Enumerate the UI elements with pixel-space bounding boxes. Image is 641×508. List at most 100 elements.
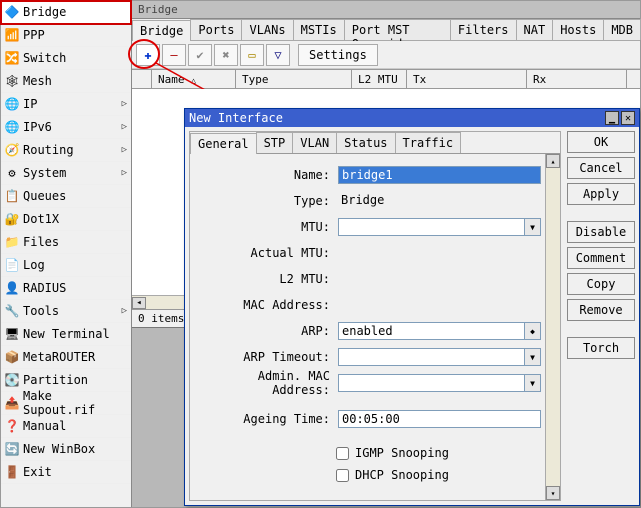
enable-button[interactable]: ✔: [188, 44, 212, 66]
sidebar-icon: 🕸: [5, 74, 19, 88]
disable-button[interactable]: ✖: [214, 44, 238, 66]
sidebar-item-queues[interactable]: 📋Queues: [1, 185, 131, 208]
add-button[interactable]: ✚: [136, 44, 160, 66]
dialog-v-scrollbar[interactable]: ▴ ▾: [545, 154, 560, 500]
dialog-tab-vlan[interactable]: VLAN: [292, 132, 337, 153]
arp-timeout-dropdown-icon[interactable]: ▼: [525, 348, 541, 366]
sidebar-item-new-terminal[interactable]: 🖥New Terminal: [1, 323, 131, 346]
disable-button[interactable]: Disable: [567, 221, 635, 243]
tab-mdb[interactable]: MDB: [603, 19, 641, 40]
sidebar-icon: 🔄: [5, 442, 19, 456]
sidebar-icon: 👤: [5, 281, 19, 295]
tab-bridge[interactable]: Bridge: [132, 20, 191, 41]
sidebar-item-ipv6[interactable]: 🌐IPv6▷: [1, 116, 131, 139]
sidebar-icon: 🌐: [5, 97, 19, 111]
comment-button[interactable]: Comment: [567, 247, 635, 269]
sidebar-item-label: Exit: [23, 465, 52, 479]
sidebar-item-bridge[interactable]: 🔷Bridge: [1, 1, 131, 24]
remove-button[interactable]: Remove: [567, 299, 635, 321]
scroll-down-icon[interactable]: ▾: [546, 486, 560, 500]
dialog-titlebar[interactable]: New Interface ▁ ✕: [185, 109, 639, 127]
sidebar-icon: 🖥: [5, 327, 19, 341]
col-type[interactable]: Type: [236, 70, 352, 88]
dialog-tab-stp[interactable]: STP: [256, 132, 294, 153]
sidebar-item-exit[interactable]: 🚪Exit: [1, 461, 131, 484]
sidebar-item-label: System: [23, 166, 66, 180]
settings-button[interactable]: Settings: [298, 44, 378, 66]
scroll-up-icon[interactable]: ▴: [546, 154, 560, 168]
sidebar-item-log[interactable]: 📄Log: [1, 254, 131, 277]
dialog-buttons: OK Cancel Apply Disable Comment Copy Rem…: [567, 131, 635, 501]
sidebar-icon: 📄: [5, 258, 19, 272]
name-input[interactable]: [338, 166, 541, 184]
filter-button[interactable]: ▽: [266, 44, 290, 66]
arp-timeout-input[interactable]: [338, 348, 525, 366]
dialog-tab-traffic[interactable]: Traffic: [395, 132, 462, 153]
sidebar-item-ppp[interactable]: 📶PPP: [1, 24, 131, 47]
arp-dropdown-icon[interactable]: ◆: [525, 322, 541, 340]
comment-button[interactable]: ▭: [240, 44, 264, 66]
tab-vlans[interactable]: VLANs: [241, 19, 293, 40]
tab-ports[interactable]: Ports: [190, 19, 242, 40]
chevron-right-icon: ▷: [122, 306, 127, 316]
close-icon[interactable]: ✕: [621, 111, 635, 125]
apply-button[interactable]: Apply: [567, 183, 635, 205]
sidebar-item-label: Dot1X: [23, 212, 59, 226]
mtu-dropdown-icon[interactable]: ▼: [525, 218, 541, 236]
tab-nat[interactable]: NAT: [516, 19, 554, 40]
minimize-icon[interactable]: ▁: [605, 111, 619, 125]
sidebar-item-manual[interactable]: ❓Manual: [1, 415, 131, 438]
sidebar-item-new-winbox[interactable]: 🔄 New WinBox: [1, 438, 131, 461]
sidebar-item-switch[interactable]: 🔀Switch: [1, 47, 131, 70]
sidebar-item-label: Queues: [23, 189, 66, 203]
sidebar-icon: 🔷: [5, 5, 19, 19]
copy-button[interactable]: Copy: [567, 273, 635, 295]
arp-timeout-label: ARP Timeout:: [194, 350, 332, 364]
admin-mac-dropdown-icon[interactable]: ▼: [525, 374, 541, 392]
sidebar-item-label: Files: [23, 235, 59, 249]
col-index[interactable]: [132, 70, 152, 88]
sidebar-item-metarouter[interactable]: 📦MetaROUTER: [1, 346, 131, 369]
admin-mac-input[interactable]: [338, 374, 525, 392]
mtu-input[interactable]: [338, 218, 525, 236]
sidebar: 🔷Bridge📶PPP🔀Switch🕸Mesh🌐IP▷🌐IPv6▷🧭Routin…: [1, 1, 132, 507]
sidebar-item-files[interactable]: 📁Files: [1, 231, 131, 254]
dhcp-snooping-checkbox[interactable]: [336, 469, 349, 482]
ageing-input[interactable]: [338, 410, 541, 428]
sidebar-item-mesh[interactable]: 🕸Mesh: [1, 70, 131, 93]
dialog-tab-status[interactable]: Status: [336, 132, 395, 153]
tab-hosts[interactable]: Hosts: [552, 19, 604, 40]
sidebar-item-radius[interactable]: 👤RADIUS: [1, 277, 131, 300]
tab-mstis[interactable]: MSTIs: [293, 19, 345, 40]
tab-filters[interactable]: Filters: [450, 19, 517, 40]
col-rx[interactable]: Rx: [527, 70, 627, 88]
sidebar-item-label: Manual: [23, 419, 66, 433]
tab-port-mst-overrides[interactable]: Port MST Overrides: [344, 19, 451, 40]
type-value: Bridge: [338, 192, 541, 210]
col-tx[interactable]: Tx: [407, 70, 527, 88]
remove-button[interactable]: —: [162, 44, 186, 66]
sidebar-item-routing[interactable]: 🧭Routing▷: [1, 139, 131, 162]
name-label: Name:: [194, 168, 332, 182]
sidebar-item-ip[interactable]: 🌐IP▷: [1, 93, 131, 116]
col-l2-mtu[interactable]: L2 MTU: [352, 70, 407, 88]
sidebar-item-label: New WinBox: [23, 442, 95, 456]
mac-value: [338, 296, 541, 314]
chevron-right-icon: ▷: [122, 145, 127, 155]
scroll-left-icon[interactable]: ◂: [132, 297, 146, 309]
sidebar-icon: 🔐: [5, 212, 19, 226]
ok-button[interactable]: OK: [567, 131, 635, 153]
dialog-tab-general[interactable]: General: [190, 133, 257, 154]
col-name[interactable]: Name △: [152, 70, 236, 88]
igmp-snooping-checkbox[interactable]: [336, 447, 349, 460]
sidebar-item-tools[interactable]: 🔧Tools▷: [1, 300, 131, 323]
arp-select[interactable]: [338, 322, 525, 340]
sidebar-item-dot1x[interactable]: 🔐 Dot1X: [1, 208, 131, 231]
torch-button[interactable]: Torch: [567, 337, 635, 359]
sidebar-item-label: Tools: [23, 304, 59, 318]
sidebar-item-make-supout-rif[interactable]: 📤Make Supout.rif: [1, 392, 131, 415]
list-header: Name △TypeL2 MTUTxRx: [132, 69, 640, 89]
cancel-button[interactable]: Cancel: [567, 157, 635, 179]
sidebar-item-system[interactable]: ⚙System▷: [1, 162, 131, 185]
dhcp-snooping-label: DHCP Snooping: [355, 468, 449, 482]
